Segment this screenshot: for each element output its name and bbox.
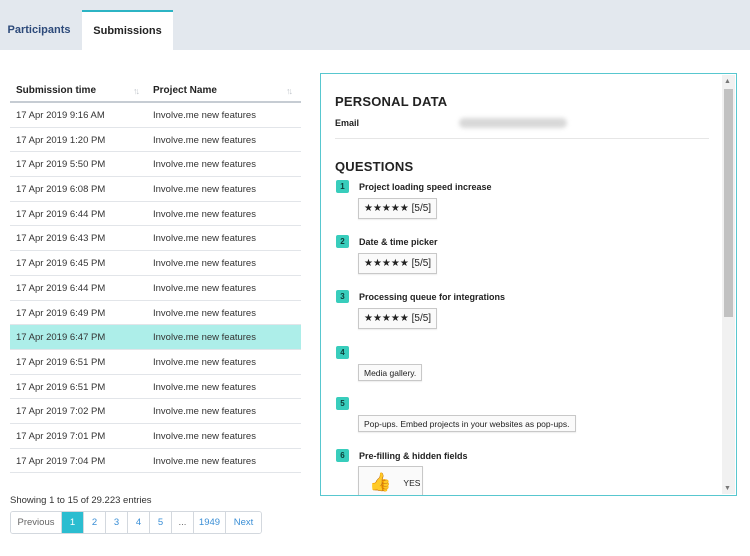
scroll-up-icon[interactable]: ▲ <box>724 78 731 85</box>
question-title: Date & time picker <box>359 237 438 247</box>
cell-project-name: Involve.me new features <box>153 184 256 196</box>
table-row[interactable]: 17 Apr 2019 7:04 PM Involve.me new featur… <box>10 449 301 474</box>
table-body: 17 Apr 2019 9:16 AM Involve.me new featur… <box>10 103 301 474</box>
cell-submission-time: 17 Apr 2019 6:45 PM <box>16 258 106 270</box>
cell-submission-time: 17 Apr 2019 5:50 PM <box>16 159 106 171</box>
cell-project-name: Involve.me new features <box>153 258 256 270</box>
submission-detail-panel: PERSONAL DATA Email QUESTIONS 1 Project … <box>320 73 737 496</box>
table-row[interactable]: 17 Apr 2019 5:50 PM Involve.me new featur… <box>10 152 301 178</box>
table-row[interactable]: 17 Apr 2019 1:20 PM Involve.me new featur… <box>10 128 301 153</box>
cell-project-name: Involve.me new features <box>153 332 256 344</box>
table-row[interactable]: 17 Apr 2019 9:16 AM Involve.me new featur… <box>10 103 301 128</box>
cell-submission-time: 17 Apr 2019 7:04 PM <box>16 455 106 467</box>
table-row[interactable]: 17 Apr 2019 6:51 PM Involve.me new featur… <box>10 375 301 400</box>
pagination-page-last[interactable]: 1949 <box>194 512 226 533</box>
pagination-page-4[interactable]: 4 <box>128 512 150 533</box>
question-number-badge: 1 <box>336 180 349 193</box>
answer-label: YES <box>403 477 421 488</box>
email-value-redacted <box>459 118 567 128</box>
sort-arrows-icon[interactable]: ↑↓ <box>133 86 140 96</box>
question-title: Project loading speed increase <box>359 182 492 192</box>
cell-submission-time: 17 Apr 2019 1:20 PM <box>16 134 106 146</box>
table-row[interactable]: 17 Apr 2019 6:44 PM Involve.me new featur… <box>10 202 301 227</box>
thumbs-up-icon: 👍 <box>369 472 392 492</box>
cell-submission-time: 17 Apr 2019 6:49 PM <box>16 307 106 319</box>
question-number-badge: 4 <box>336 346 349 359</box>
cell-submission-time: 17 Apr 2019 9:16 AM <box>16 110 105 121</box>
scroll-down-icon[interactable]: ▼ <box>724 485 731 492</box>
cell-project-name: Involve.me new features <box>153 356 256 368</box>
table-row[interactable]: 17 Apr 2019 6:44 PM Involve.me new featur… <box>10 276 301 301</box>
question-answer-rating: ★★★★★ [5/5] <box>358 198 438 219</box>
table-row[interactable]: 17 Apr 2019 7:01 PM Involve.me new featur… <box>10 424 301 449</box>
submissions-table: Submission time ↑↓ Project Name ↑↓ 17 Ap… <box>10 80 301 474</box>
pagination-previous[interactable]: Previous <box>11 512 62 533</box>
cell-project-name: Involve.me new features <box>153 110 256 121</box>
column-header-project-name[interactable]: Project Name <box>153 85 217 96</box>
pagination-page-2[interactable]: 2 <box>84 512 106 533</box>
cell-project-name: Involve.me new features <box>153 307 256 319</box>
questions-heading: QUESTIONS <box>335 159 414 174</box>
table-row[interactable]: 17 Apr 2019 6:08 PM Involve.me new featur… <box>10 177 301 202</box>
question-answer-rating: ★★★★★ [5/5] <box>358 308 438 329</box>
table-row[interactable]: 17 Apr 2019 6:51 PM Involve.me new featur… <box>10 350 301 375</box>
question-number-badge: 6 <box>336 449 349 462</box>
table-row[interactable]: 17 Apr 2019 6:45 PM Involve.me new featur… <box>10 251 301 276</box>
cell-submission-time: 17 Apr 2019 7:01 PM <box>16 430 106 442</box>
entries-info: Showing 1 to 15 of 29.223 entries <box>10 495 152 506</box>
table-row[interactable]: 17 Apr 2019 6:43 PM Involve.me new featur… <box>10 226 301 252</box>
pagination-page-3[interactable]: 3 <box>106 512 128 533</box>
table-row[interactable]: 17 Apr 2019 6:49 PM Involve.me new featur… <box>10 301 301 326</box>
sort-arrows-icon[interactable]: ↑↓ <box>286 86 293 96</box>
table-row[interactable]: 17 Apr 2019 7:02 PM Involve.me new featur… <box>10 399 301 424</box>
cell-project-name: Involve.me new features <box>153 159 256 171</box>
scrollbar-thumb[interactable] <box>724 89 733 317</box>
cell-submission-time: 17 Apr 2019 6:44 PM <box>16 282 106 294</box>
cell-submission-time: 17 Apr 2019 6:43 PM <box>16 233 106 245</box>
tab-bar: Participants Submissions <box>0 0 750 50</box>
question-answer-text: Pop-ups. Embed projects in your websites… <box>358 415 576 432</box>
cell-submission-time: 17 Apr 2019 6:08 PM <box>16 184 106 196</box>
cell-submission-time: 17 Apr 2019 7:02 PM <box>16 406 106 418</box>
question-answer-rating: ★★★★★ [5/5] <box>358 253 438 274</box>
pagination: Previous 1 2 3 4 5 ... 1949 Next <box>10 511 262 534</box>
email-label: Email <box>335 118 360 128</box>
question-title: Pre-filling & hidden fields <box>359 451 468 461</box>
question-number-badge: 2 <box>336 235 349 248</box>
table-header: Submission time ↑↓ Project Name ↑↓ <box>10 80 301 103</box>
cell-project-name: Involve.me new features <box>153 406 256 418</box>
cell-project-name: Involve.me new features <box>153 430 256 442</box>
divider <box>335 138 709 139</box>
question-title: Processing queue for integrations <box>359 292 506 302</box>
question-answer-text: Media gallery. <box>358 364 423 381</box>
cell-project-name: Involve.me new features <box>153 282 256 294</box>
cell-submission-time: 17 Apr 2019 6:47 PM <box>16 332 106 344</box>
panel-scrollbar[interactable]: ▲ ▼ <box>722 75 735 494</box>
pagination-next[interactable]: Next <box>226 512 261 533</box>
cell-project-name: Involve.me new features <box>153 134 256 146</box>
pagination-page-5[interactable]: 5 <box>150 512 172 533</box>
pagination-ellipsis: ... <box>172 512 194 533</box>
personal-data-heading: PERSONAL DATA <box>335 94 448 109</box>
cell-submission-time: 17 Apr 2019 6:51 PM <box>16 356 106 368</box>
question-number-badge: 3 <box>336 290 349 303</box>
column-header-submission-time[interactable]: Submission time <box>16 85 96 96</box>
tab-submissions[interactable]: Submissions <box>82 10 173 50</box>
question-number-badge: 5 <box>336 397 349 410</box>
cell-submission-time: 17 Apr 2019 6:51 PM <box>16 381 106 393</box>
cell-submission-time: 17 Apr 2019 6:44 PM <box>16 208 106 220</box>
question-answer-yes-no: 👍 YES <box>358 466 423 495</box>
tab-participants[interactable]: Participants <box>0 10 78 50</box>
table-row[interactable]: 17 Apr 2019 6:47 PM Involve.me new featur… <box>10 325 301 350</box>
cell-project-name: Involve.me new features <box>153 455 256 467</box>
cell-project-name: Involve.me new features <box>153 208 256 220</box>
cell-project-name: Involve.me new features <box>153 381 256 393</box>
pagination-page-1[interactable]: 1 <box>62 512 84 533</box>
cell-project-name: Involve.me new features <box>153 233 256 245</box>
